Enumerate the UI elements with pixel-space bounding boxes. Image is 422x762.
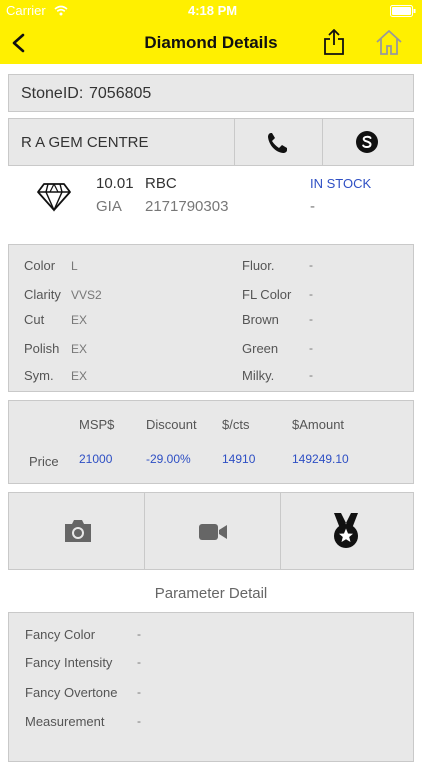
price-value: -29.00% bbox=[146, 452, 191, 466]
attr-label: Clarity bbox=[24, 287, 61, 302]
attr-label: FL Color bbox=[242, 287, 292, 302]
lab: GIA bbox=[96, 198, 122, 215]
price-header: $/cts bbox=[222, 417, 250, 432]
share-icon[interactable] bbox=[322, 28, 346, 56]
param-value: - bbox=[137, 655, 141, 669]
param-value: - bbox=[137, 627, 141, 641]
summary-extra: - bbox=[310, 198, 315, 215]
dealer-name: R A GEM CENTRE bbox=[21, 134, 149, 151]
certificate-number: 2171790303 bbox=[145, 198, 229, 215]
video-icon[interactable] bbox=[198, 522, 228, 542]
attr-label: Fluor. bbox=[242, 258, 275, 273]
divider bbox=[144, 493, 145, 569]
pricing-panel: MSP$ Discount $/cts $Amount Price 21000 … bbox=[8, 400, 414, 484]
attributes-panel: Color L Clarity VVS2 Cut EX Polish EX Sy… bbox=[8, 244, 414, 392]
nav-bar: Diamond Details bbox=[0, 22, 422, 64]
attr-label: Brown bbox=[242, 312, 279, 327]
price-value: 21000 bbox=[79, 452, 113, 466]
price-row-label: Price bbox=[29, 454, 59, 469]
divider bbox=[322, 119, 323, 165]
divider bbox=[234, 119, 235, 165]
attr-label: Polish bbox=[24, 341, 60, 356]
stone-id-value: 7056805 bbox=[89, 85, 152, 102]
page-title: Diamond Details bbox=[144, 33, 278, 52]
clock: 4:18 PM bbox=[188, 3, 238, 18]
attr-value: EX bbox=[71, 313, 88, 327]
camera-icon[interactable] bbox=[63, 518, 93, 544]
attr-value: - bbox=[309, 368, 313, 382]
attr-label: Sym. bbox=[24, 368, 54, 383]
price-header: $Amount bbox=[292, 417, 345, 432]
dealer-row: R A GEM CENTRE bbox=[8, 118, 414, 166]
parameter-panel: Fancy Color - Fancy Intensity - Fancy Ov… bbox=[8, 612, 414, 762]
attr-value: - bbox=[309, 258, 313, 272]
stone-id-bar: StoneID: 7056805 bbox=[8, 74, 414, 112]
attr-label: Color bbox=[24, 258, 56, 273]
home-icon[interactable] bbox=[375, 28, 403, 56]
phone-icon[interactable] bbox=[266, 131, 288, 155]
battery-icon bbox=[390, 5, 416, 17]
divider bbox=[280, 493, 281, 569]
attr-value: EX bbox=[71, 369, 88, 383]
param-value: - bbox=[137, 685, 141, 699]
price-value: 149249.10 bbox=[292, 452, 349, 466]
price-header: MSP$ bbox=[79, 417, 115, 432]
attr-label: Milky. bbox=[242, 368, 275, 383]
stone-id-label: StoneID: bbox=[21, 85, 84, 102]
wifi-icon bbox=[54, 5, 68, 16]
param-label: Fancy Intensity bbox=[25, 655, 113, 670]
attr-value: VVS2 bbox=[71, 288, 102, 302]
param-value: - bbox=[137, 714, 141, 728]
shape: RBC bbox=[145, 175, 177, 192]
attr-value: EX bbox=[71, 342, 88, 356]
stock-status: IN STOCK bbox=[310, 176, 372, 191]
attr-value: L bbox=[71, 259, 78, 273]
certificate-medal-icon[interactable] bbox=[331, 511, 361, 551]
price-header: Discount bbox=[146, 417, 197, 432]
section-title: Parameter Detail bbox=[154, 585, 268, 602]
media-bar bbox=[8, 492, 414, 570]
param-label: Measurement bbox=[25, 714, 105, 729]
status-bar: Carrier 4:18 PM bbox=[0, 0, 422, 22]
attr-value: - bbox=[309, 287, 313, 301]
carrier-label: Carrier bbox=[6, 3, 46, 18]
attr-value: - bbox=[309, 312, 313, 326]
attr-label: Cut bbox=[24, 312, 45, 327]
carat-weight: 10.01 bbox=[96, 175, 134, 192]
param-label: Fancy Overtone bbox=[25, 685, 118, 700]
skype-icon[interactable] bbox=[355, 129, 379, 155]
param-label: Fancy Color bbox=[25, 627, 96, 642]
diamond-icon bbox=[37, 183, 71, 212]
attr-value: - bbox=[309, 341, 313, 355]
price-value: 14910 bbox=[222, 452, 256, 466]
attr-label: Green bbox=[242, 341, 279, 356]
